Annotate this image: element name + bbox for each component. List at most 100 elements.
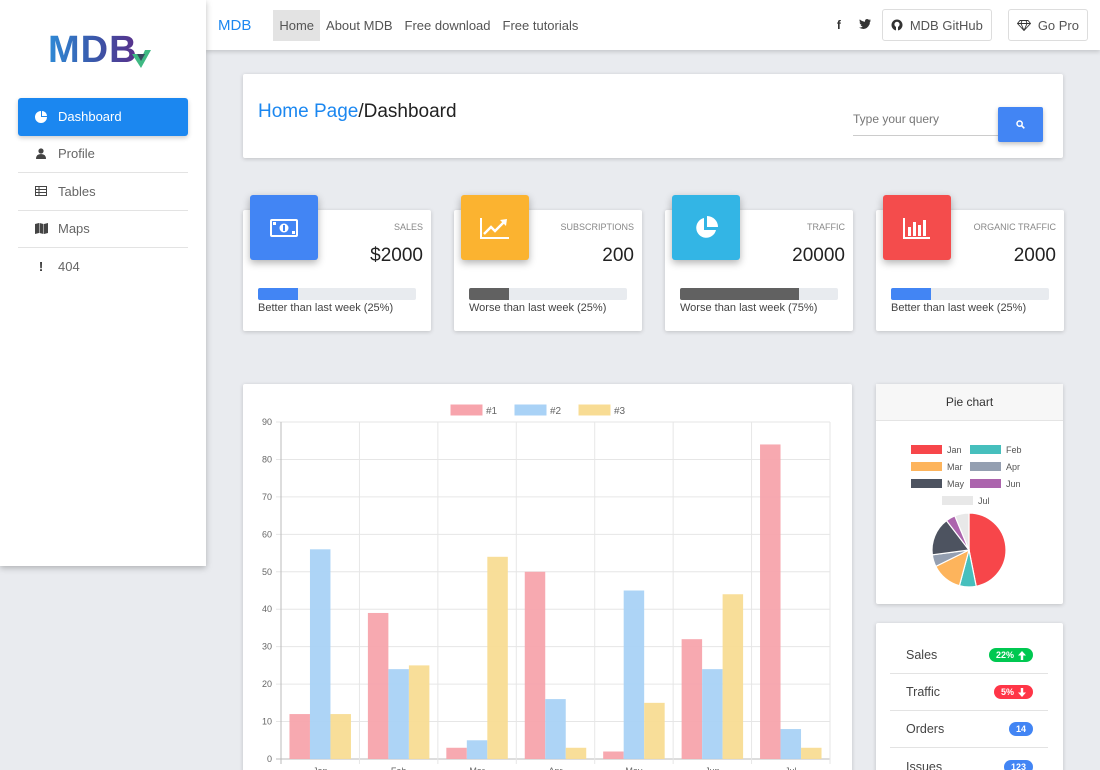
stat-card-traffic: TRAFFIC 20000 Worse than last week (75%)	[665, 195, 853, 331]
github-icon	[891, 19, 903, 31]
bar-feb-s1[interactable]	[367, 612, 389, 759]
stat-label: TRAFFIC	[807, 222, 845, 232]
pie-chart-icon	[34, 110, 48, 123]
nav-link-tutorials[interactable]: Free tutorials	[497, 10, 585, 41]
pie-legend-swatch[interactable]	[911, 445, 942, 454]
x-tick-label: May	[625, 766, 643, 770]
bar-apr-s3[interactable]	[565, 747, 587, 759]
nav-link-about[interactable]: About MDB	[320, 10, 398, 41]
pie-legend-label: Jan	[947, 445, 962, 455]
sidebar-item-maps[interactable]: Maps	[18, 211, 188, 248]
list-item-orders[interactable]: Orders 14	[890, 711, 1048, 748]
bar-jun-s1[interactable]	[681, 639, 703, 759]
pie-legend-swatch[interactable]	[911, 479, 942, 488]
bar-apr-s1[interactable]	[524, 571, 546, 759]
stat-card-subscriptions: SUBSCRIPTIONS 200 Worse than last week (…	[454, 195, 642, 331]
exclamation-icon: !	[38, 259, 44, 275]
twitter-icon[interactable]	[852, 18, 878, 32]
progress-bar	[258, 288, 416, 300]
bar-feb-s3[interactable]	[408, 665, 430, 759]
page-title: Home Page/Dashboard	[258, 101, 457, 123]
go-pro-button[interactable]: Go Pro	[1007, 9, 1088, 41]
sidebar: MDB Dashboard Profile Tables Maps ! 404	[0, 0, 206, 566]
bar-jan-s1[interactable]	[289, 714, 310, 759]
stat-icon-tile	[883, 195, 951, 260]
bar-chart: #1 #2 #3 0 10 20 30 40 50 60 70 80 90 Jan Feb Mar Apr May…	[262, 404, 831, 770]
github-button[interactable]: MDB GitHub	[881, 9, 992, 41]
stat-note: Worse than last week (75%)	[680, 302, 818, 314]
badge-text: 22%	[995, 650, 1014, 660]
sidebar-item-404[interactable]: ! 404	[18, 248, 188, 286]
pie-legend-label: Jun	[1006, 479, 1021, 489]
bar-jun-s3[interactable]	[722, 594, 744, 759]
bar-mar-s2[interactable]	[466, 740, 488, 759]
list-item-sales[interactable]: Sales 22%	[890, 637, 1048, 674]
bar-feb-s2[interactable]	[388, 669, 409, 759]
sidebar-item-profile[interactable]: Profile	[18, 136, 188, 173]
list-item-issues[interactable]: Issues 123	[890, 748, 1048, 770]
sidebar-item-dashboard[interactable]: Dashboard	[18, 98, 188, 136]
bar-mar-s1[interactable]	[446, 747, 467, 759]
stat-value: 200	[602, 245, 634, 266]
legend-swatch[interactable]	[514, 404, 547, 416]
legend-swatch[interactable]	[450, 404, 483, 416]
search-button[interactable]	[998, 107, 1043, 142]
sidebar-item-tables[interactable]: Tables	[18, 173, 188, 211]
bar-jul-s2[interactable]	[780, 729, 802, 759]
table-icon	[34, 186, 48, 197]
bar-mar-s3[interactable]	[487, 556, 508, 759]
sidebar-item-label: Tables	[58, 183, 96, 199]
sidebar-item-label: Dashboard	[58, 109, 122, 125]
bar-apr-s2[interactable]	[545, 699, 566, 759]
progress-fill	[469, 288, 509, 300]
y-tick-label: 40	[262, 604, 272, 614]
list-item-label: Traffic	[906, 685, 941, 699]
mdb-logo: MDB	[48, 29, 151, 71]
bar-jan-s2[interactable]	[309, 549, 331, 759]
pie-legend-label: Jul	[978, 496, 990, 506]
up-arrow-icon	[1018, 650, 1026, 660]
legend-swatch[interactable]	[578, 404, 611, 416]
progress-fill	[258, 288, 298, 300]
status-badge: 14	[1008, 722, 1033, 736]
bar-jul-s3[interactable]	[801, 747, 822, 759]
bar-jan-s3[interactable]	[330, 714, 351, 759]
breadcrumb-home[interactable]: Home Page	[258, 101, 358, 122]
pie-legend-swatch[interactable]	[942, 496, 973, 505]
stat-value: 2000	[1013, 245, 1056, 266]
nav-link-download[interactable]: Free download	[399, 10, 497, 41]
legend-label: #2	[550, 406, 562, 417]
page-header-card: Home Page/Dashboard	[243, 74, 1063, 158]
legend-label: #1	[486, 406, 498, 417]
badge-text: 14	[1015, 724, 1026, 734]
pie-legend-swatch[interactable]	[970, 462, 1001, 471]
navbar-brand[interactable]: MDB	[218, 17, 251, 34]
y-tick-label: 10	[262, 717, 272, 727]
x-tick-label: Jun	[705, 766, 720, 770]
pie-legend-swatch[interactable]	[970, 445, 1001, 454]
bar-may-s1[interactable]	[603, 751, 624, 759]
list-item-traffic[interactable]: Traffic 5%	[890, 674, 1048, 711]
top-navbar: MDB Home About MDB Free download Free tu…	[206, 0, 1100, 50]
svg-text:MDB: MDB	[48, 29, 138, 71]
pie-legend-swatch[interactable]	[970, 479, 1001, 488]
facebook-icon[interactable]: f	[826, 18, 852, 32]
stat-note: Better than last week (25%)	[258, 302, 394, 314]
progress-fill	[891, 288, 931, 300]
stat-icon-tile	[250, 195, 318, 260]
bar-may-s2[interactable]	[623, 590, 645, 760]
progress-bar	[680, 288, 838, 300]
pie-legend-swatch[interactable]	[911, 462, 942, 471]
status-badge: 5%	[993, 685, 1033, 699]
status-badge: 22%	[988, 648, 1033, 662]
badge-text: 5%	[1000, 687, 1014, 697]
search-input[interactable]	[853, 102, 999, 136]
nav-link-home[interactable]: Home	[273, 9, 321, 41]
bar-jun-s2[interactable]	[702, 669, 723, 759]
bar-may-s3[interactable]	[644, 702, 665, 759]
stat-note: Worse than last week (25%)	[469, 302, 607, 314]
bar-jul-s1[interactable]	[760, 444, 781, 759]
pie-chart-title: Pie chart	[876, 384, 1063, 421]
list-item-label: Orders	[906, 722, 945, 736]
money-icon	[270, 218, 298, 237]
